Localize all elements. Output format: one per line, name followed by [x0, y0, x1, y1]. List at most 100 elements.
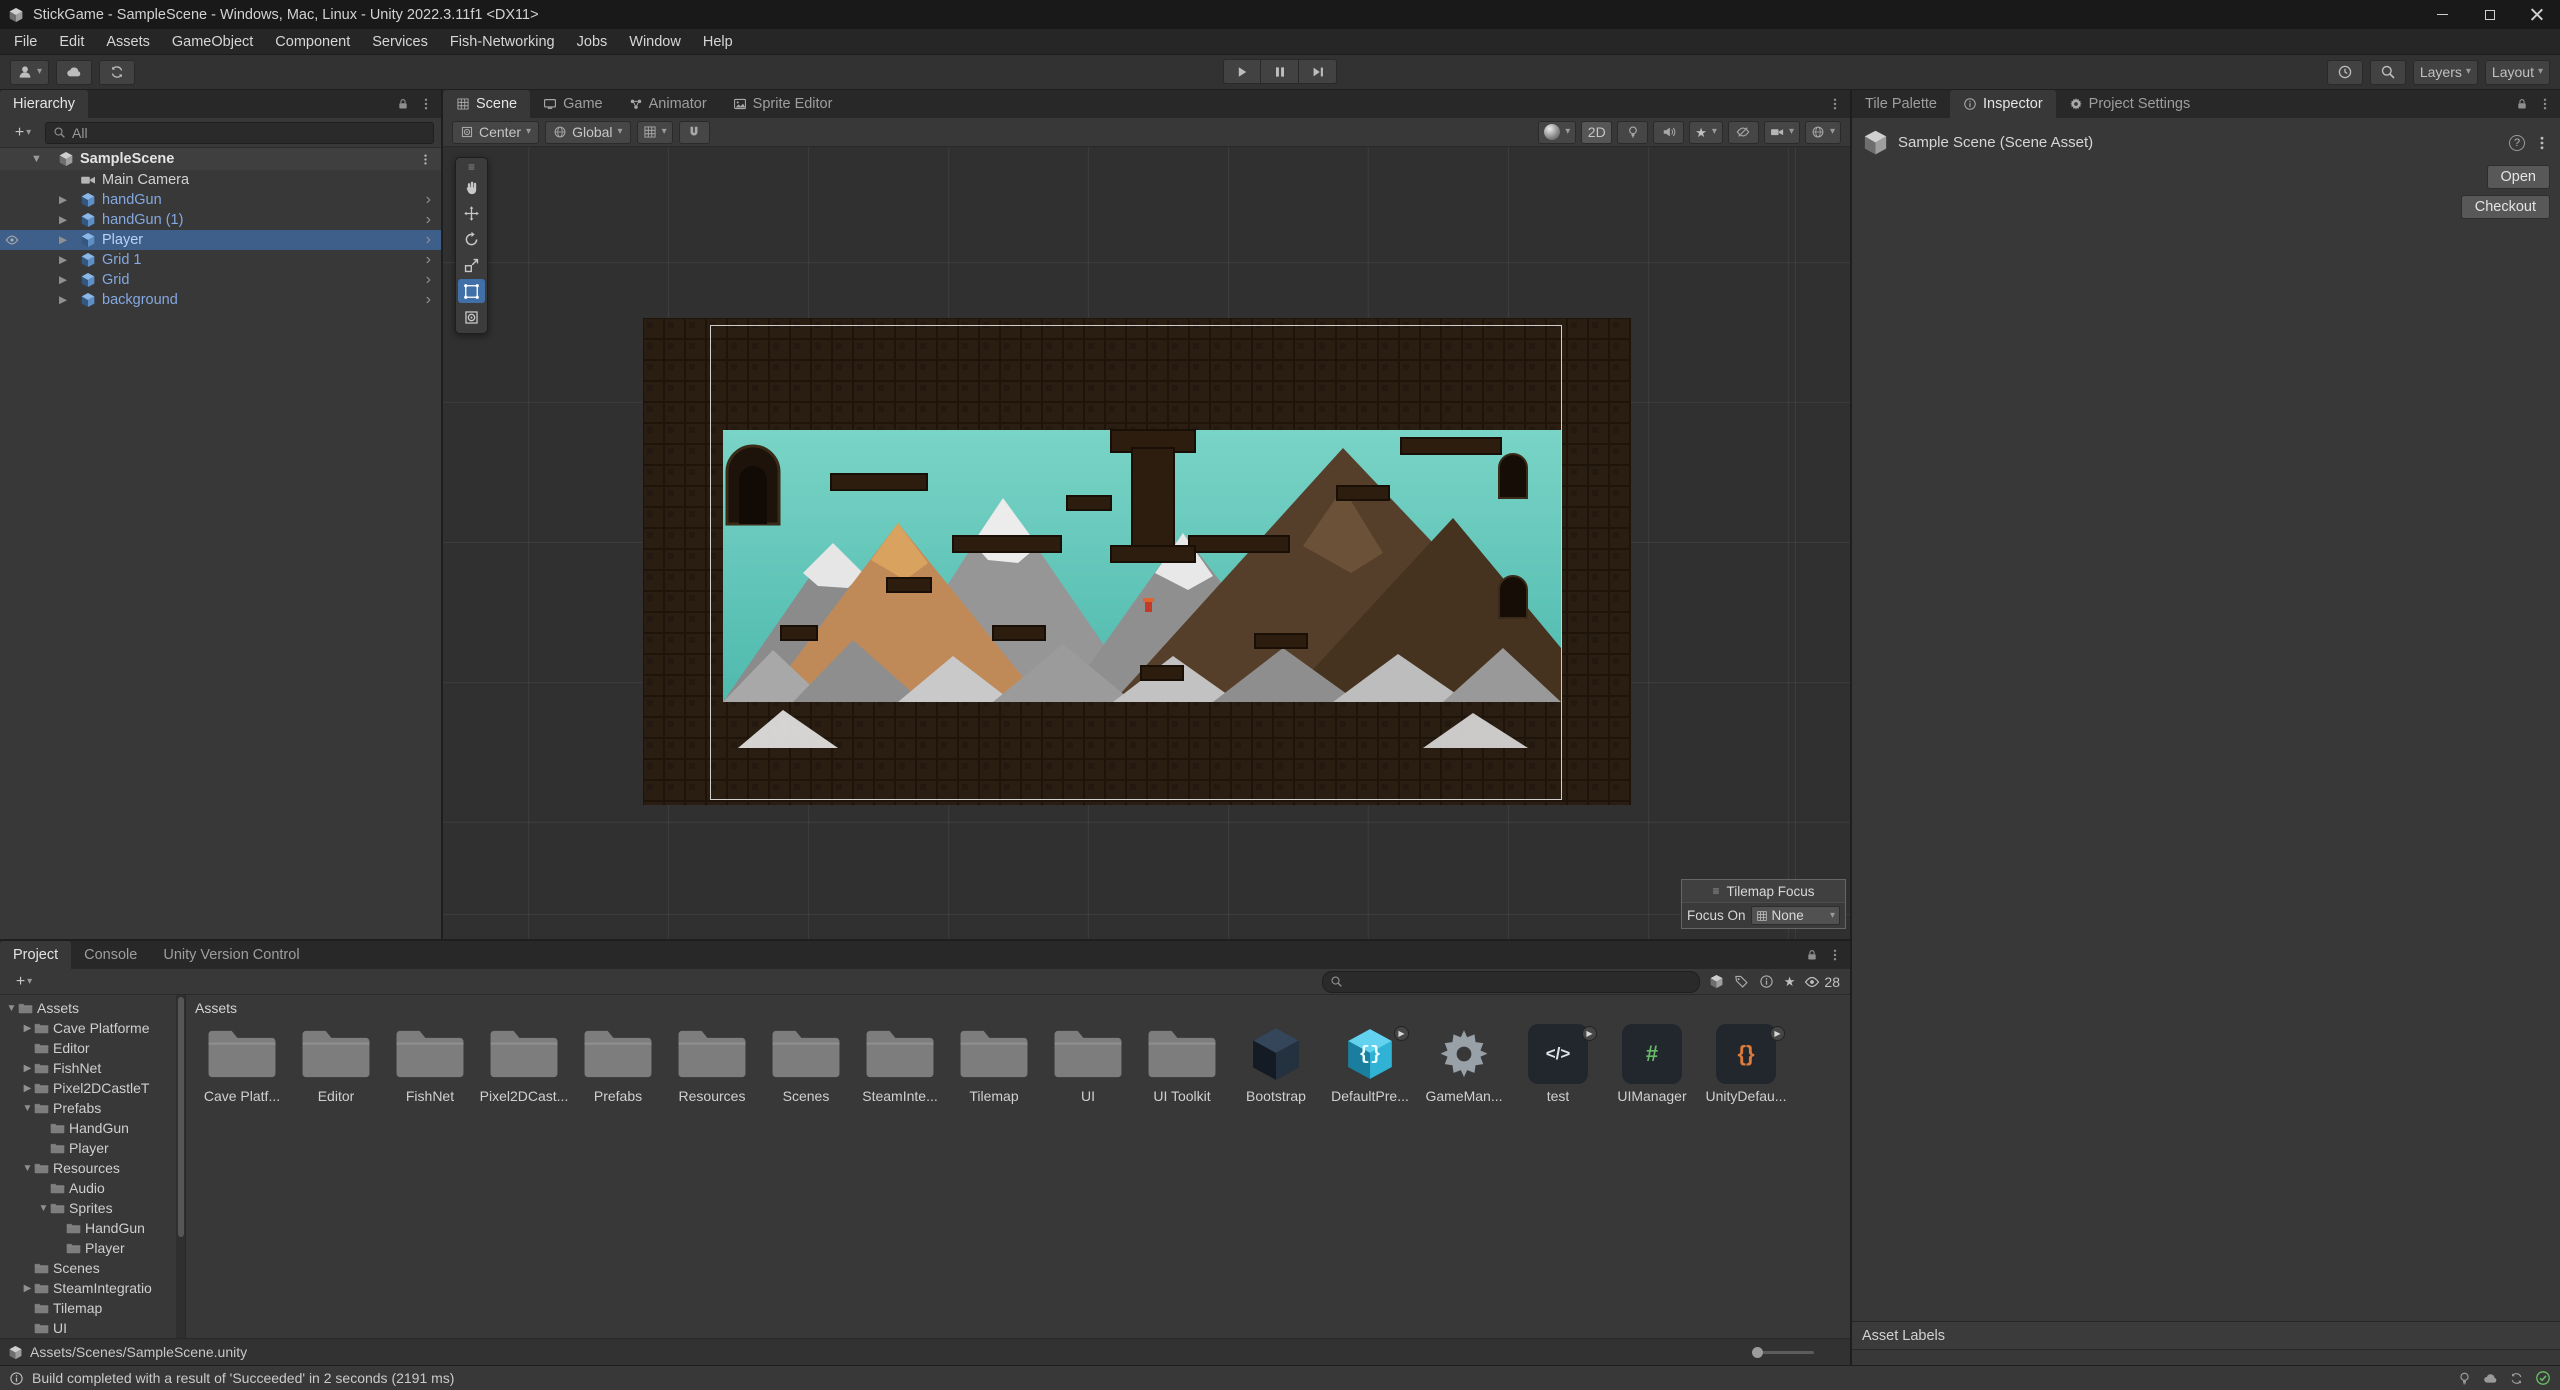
asset-folder-pixel2dcastle[interactable]: Pixel2DCast...	[477, 1021, 571, 1104]
menu-window[interactable]: Window	[618, 29, 692, 54]
menu-component[interactable]: Component	[264, 29, 361, 54]
tree-item-scenes[interactable]: Scenes	[0, 1258, 185, 1278]
tab-inspector[interactable]: Inspector	[1950, 90, 2056, 118]
panel-menu-icon[interactable]	[1828, 97, 1842, 111]
tree-item-steamintegration[interactable]: ▶SteamIntegratio	[0, 1278, 185, 1298]
hierarchy-create-button[interactable]: +▾	[7, 122, 39, 144]
asset-folder-editor[interactable]: Editor	[289, 1021, 383, 1104]
subasset-arrow-badge[interactable]: ▶	[1770, 1026, 1785, 1041]
tree-item-resources[interactable]: ▼Resources	[0, 1158, 185, 1178]
tree-item-fishnet[interactable]: ▶FishNet	[0, 1058, 185, 1078]
asset-folder-ui-toolkit[interactable]: UI Toolkit	[1135, 1021, 1229, 1104]
tree-item-prefabs[interactable]: ▼Prefabs	[0, 1098, 185, 1118]
panel-menu-icon[interactable]	[2538, 97, 2552, 111]
expand-open-icon[interactable]: ▼	[31, 153, 42, 165]
menu-edit[interactable]: Edit	[48, 29, 95, 54]
lighting-toggle[interactable]	[1617, 121, 1648, 144]
asset-folder-resources[interactable]: Resources	[665, 1021, 759, 1104]
favorites-star-icon[interactable]: ★	[1784, 975, 1796, 988]
tree-scrollbar[interactable]	[176, 995, 185, 1338]
asset-labels-header[interactable]: Asset Labels	[1852, 1321, 2560, 1349]
rect-tool-button[interactable]	[458, 279, 485, 303]
expand-closed-icon[interactable]: ▶	[21, 1063, 34, 1074]
lock-icon[interactable]	[1805, 948, 1819, 962]
asset-folder-fishnet[interactable]: FishNet	[383, 1021, 477, 1104]
menu-fish-networking[interactable]: Fish-Networking	[439, 29, 566, 54]
play-button[interactable]	[1223, 59, 1261, 84]
snap-toggle[interactable]	[679, 121, 710, 144]
prefab-open-chevron[interactable]: ›	[426, 271, 441, 289]
tab-game[interactable]: Game	[530, 90, 616, 118]
hierarchy-item-grid[interactable]: ▶ Grid ›	[0, 270, 441, 290]
cloud-status-icon[interactable]	[2483, 1371, 2498, 1386]
orientation-dropdown[interactable]: Global▾	[545, 121, 631, 144]
prefab-open-chevron[interactable]: ›	[426, 251, 441, 269]
close-button[interactable]	[2513, 0, 2560, 29]
tab-tile-palette[interactable]: Tile Palette	[1852, 90, 1950, 118]
asset-folder-tilemap[interactable]: Tilemap	[947, 1021, 1041, 1104]
tab-sprite-editor[interactable]: Sprite Editor	[720, 90, 846, 118]
2d-toggle[interactable]: 2D	[1581, 121, 1612, 144]
asset-folder-steamintegration[interactable]: SteamInte...	[853, 1021, 947, 1104]
scrollbar-thumb[interactable]	[178, 997, 184, 1237]
hierarchy-item-background[interactable]: ▶ background ›	[0, 290, 441, 310]
slider-thumb[interactable]	[1752, 1347, 1763, 1358]
tab-scene[interactable]: Scene	[443, 90, 530, 118]
expand-closed-icon[interactable]: ▶	[21, 1283, 34, 1294]
asset-unitydefault[interactable]: {}▶UnityDefau...	[1699, 1021, 1793, 1104]
checkout-button[interactable]: Checkout	[2461, 195, 2550, 219]
expand-closed-icon[interactable]: ▶	[59, 234, 67, 246]
undo-history-button[interactable]	[2327, 60, 2363, 85]
help-icon[interactable]: ?	[2509, 135, 2525, 151]
visibility-eye-icon[interactable]	[5, 233, 19, 247]
menu-services[interactable]: Services	[361, 29, 439, 54]
gizmos-dropdown[interactable]: ▾	[1805, 121, 1841, 144]
hierarchy-item-handgun[interactable]: ▶ handGun ›	[0, 190, 441, 210]
icon-size-slider[interactable]	[1752, 1351, 1814, 1354]
subasset-arrow-badge[interactable]: ▶	[1394, 1026, 1409, 1041]
tree-item-assets[interactable]: ▼Assets	[0, 998, 185, 1018]
asset-folder-cave-platformer[interactable]: Cave Platf...	[195, 1021, 289, 1104]
minimize-button[interactable]	[2419, 0, 2466, 29]
hierarchy-item-main-camera[interactable]: Main Camera	[0, 170, 441, 190]
expand-open-icon[interactable]: ▼	[21, 1163, 34, 1174]
expand-closed-icon[interactable]: ▶	[21, 1083, 34, 1094]
prefab-open-chevron[interactable]: ›	[426, 231, 441, 249]
project-create-button[interactable]: +▾	[8, 971, 40, 993]
progress-complete-icon[interactable]	[2535, 1370, 2551, 1386]
hierarchy-search-input[interactable]: All	[45, 122, 434, 144]
search-info-icon[interactable]	[1759, 974, 1774, 989]
cloud-services-button[interactable]	[56, 60, 92, 85]
menu-jobs[interactable]: Jobs	[566, 29, 619, 54]
draw-mode-dropdown[interactable]: ▾	[1538, 121, 1576, 144]
scene-menu-icon[interactable]	[419, 153, 432, 166]
open-button[interactable]: Open	[2487, 165, 2550, 189]
audio-toggle[interactable]	[1653, 121, 1684, 144]
tab-animator[interactable]: Animator	[616, 90, 720, 118]
step-button[interactable]	[1299, 59, 1337, 84]
version-control-button[interactable]	[99, 60, 135, 85]
menu-help[interactable]: Help	[692, 29, 744, 54]
status-message[interactable]: Build completed with a result of 'Succee…	[32, 1370, 454, 1386]
tree-item-editor[interactable]: Editor	[0, 1038, 185, 1058]
asset-folder-scenes[interactable]: Scenes	[759, 1021, 853, 1104]
view-tool-button[interactable]	[458, 175, 485, 199]
transform-tool-button[interactable]	[458, 305, 485, 329]
tree-item-sprites-handgun[interactable]: HandGun	[0, 1218, 185, 1238]
tree-item-pixel2dcastle[interactable]: ▶Pixel2DCastleT	[0, 1078, 185, 1098]
focus-on-dropdown[interactable]: None ▾	[1751, 906, 1840, 925]
hierarchy-scene-row[interactable]: ▼ SampleScene	[0, 148, 441, 170]
asset-test[interactable]: </>▶test	[1511, 1021, 1605, 1104]
camera-settings-dropdown[interactable]: ▾	[1764, 121, 1800, 144]
hidden-packages-toggle[interactable]: 28	[1804, 974, 1842, 990]
panel-menu-icon[interactable]	[419, 97, 433, 111]
move-tool-button[interactable]	[458, 201, 485, 225]
tree-item-cave-platformer[interactable]: ▶Cave Platforme	[0, 1018, 185, 1038]
asset-uimanager[interactable]: #UIManager	[1605, 1021, 1699, 1104]
refresh-status-icon[interactable]	[2509, 1371, 2524, 1386]
tree-item-sprites-player[interactable]: Player	[0, 1238, 185, 1258]
pivot-dropdown[interactable]: Center▾	[452, 121, 539, 144]
tab-hierarchy[interactable]: Hierarchy	[0, 90, 88, 118]
menu-assets[interactable]: Assets	[95, 29, 161, 54]
expand-closed-icon[interactable]: ▶	[21, 1023, 34, 1034]
